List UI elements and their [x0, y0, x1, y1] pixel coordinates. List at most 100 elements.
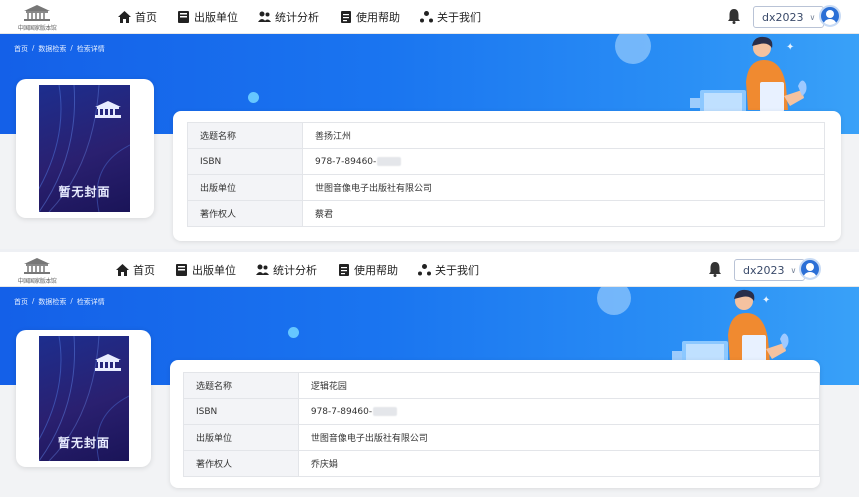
no-cover-text: 暂无封面: [57, 436, 110, 450]
breadcrumb-home[interactable]: 首页: [14, 297, 28, 307]
table-row: 选题名称 逻辑花园: [183, 372, 821, 399]
home-icon: [116, 263, 129, 276]
decor-bubble: [597, 287, 631, 315]
book-icon: [177, 11, 190, 24]
nav-help-label: 使用帮助: [356, 11, 400, 24]
detail-panel-1: 中国国家版本馆 首页 出版单位 统计分析 使用帮助 关于我们 dx2023 ∨ …: [0, 0, 859, 250]
breadcrumb: 首页 / 数据检索 / 检索详情: [14, 297, 105, 307]
top-nav: 中国国家版本馆 首页 出版单位 统计分析 使用帮助 关于我们 dx2023 ∨: [0, 0, 859, 34]
document-icon: [339, 11, 352, 24]
nav-statistics[interactable]: 统计分析: [256, 253, 317, 287]
logo-text: 中国国家版本馆: [17, 25, 57, 32]
breadcrumb-search[interactable]: 数据检索: [38, 297, 66, 307]
table-row: 著作权人 乔庆娟: [183, 450, 821, 477]
top-nav: 中国国家版本馆 首页 出版单位 统计分析 使用帮助 关于我们 dx2023 ∨: [0, 252, 859, 287]
nav-statistics[interactable]: 统计分析: [258, 0, 319, 34]
field-value-publisher: 世图音像电子出版社有限公司: [302, 174, 825, 201]
avatar[interactable]: [819, 5, 841, 27]
main-menu: 首页 出版单位 统计分析 使用帮助 关于我们: [116, 252, 499, 287]
chevron-down-icon: ∨: [809, 12, 816, 22]
nav-about[interactable]: 关于我们: [418, 253, 479, 287]
document-icon: [337, 263, 350, 276]
info-table: 选题名称 善扬江州 ISBN 978-7-89460- 出版单位 世图音像电子出版社有…: [187, 122, 825, 227]
field-label-publisher: 出版单位: [187, 174, 303, 201]
info-card: 选题名称 善扬江州 ISBN 978-7-89460- 出版单位 世图音像电子出版社有…: [173, 111, 841, 241]
table-row: 选题名称 善扬江州: [187, 122, 825, 149]
share-icon: [420, 11, 433, 24]
nav-publishers-label: 出版单位: [192, 263, 236, 277]
field-value-isbn: 978-7-89460-: [310, 406, 373, 417]
redacted-digits: [373, 406, 398, 416]
nav-publishers[interactable]: 出版单位: [175, 253, 236, 287]
nav-statistics-label: 统计分析: [273, 263, 317, 277]
cover-card: 暂无封面: [16, 79, 154, 218]
nav-home[interactable]: 首页: [118, 0, 157, 34]
nav-help-label: 使用帮助: [354, 263, 398, 277]
nav-about-label: 关于我们: [437, 11, 481, 24]
chevron-down-icon: ∨: [790, 265, 797, 275]
field-label-publisher: 出版单位: [183, 424, 299, 451]
breadcrumb: 首页 / 数据检索 / 检索详情: [14, 44, 105, 54]
nav-statistics-label: 统计分析: [275, 11, 319, 24]
breadcrumb-current: 检索详情: [76, 45, 105, 53]
table-row: 著作权人 蔡君: [187, 200, 825, 227]
site-logo[interactable]: 中国国家版本馆: [14, 256, 60, 285]
field-label-title: 选题名称: [183, 372, 299, 399]
book-cover[interactable]: 暂无封面: [39, 85, 130, 212]
username: dx2023: [762, 10, 804, 24]
field-label-isbn: ISBN: [183, 398, 299, 425]
info-table: 选题名称 逻辑花园 ISBN 978-7-89460- 出版单位 世图音像电子出版社有…: [183, 372, 821, 477]
decor-bubble: [615, 34, 651, 64]
field-value-title: 逻辑花园: [297, 372, 821, 399]
table-row: ISBN 978-7-89460-: [183, 398, 821, 425]
user-menu-button[interactable]: dx2023 ∨: [753, 6, 825, 28]
nav-home[interactable]: 首页: [116, 253, 155, 287]
detail-panel-2: 中国国家版本馆 首页 出版单位 统计分析 使用帮助 关于我们 dx2023 ∨ …: [0, 252, 859, 497]
breadcrumb-search[interactable]: 数据检索: [38, 44, 66, 54]
nav-about-label: 关于我们: [435, 263, 479, 277]
field-value-copyright: 蔡君: [302, 200, 825, 227]
field-label-isbn: ISBN: [187, 148, 303, 175]
breadcrumb-current: 检索详情: [76, 298, 105, 306]
field-value-isbn: 978-7-89460-: [315, 156, 377, 167]
info-card: 选题名称 逻辑花园 ISBN 978-7-89460- 出版单位 世图音像电子出版社有…: [170, 360, 821, 488]
nav-publishers-label: 出版单位: [194, 11, 238, 24]
field-value-title: 善扬江州: [302, 122, 825, 149]
breadcrumb-home[interactable]: 首页: [14, 44, 28, 54]
nav-home-label: 首页: [133, 263, 155, 277]
site-logo[interactable]: 中国国家版本馆: [14, 3, 60, 32]
book-icon: [175, 263, 188, 276]
avatar[interactable]: [799, 258, 821, 280]
username: dx2023: [743, 263, 785, 277]
bell-icon[interactable]: [707, 261, 723, 277]
share-icon: [418, 263, 431, 276]
building-logo-icon: [24, 258, 50, 274]
field-label-copyright: 著作权人: [187, 200, 303, 227]
svg-text:✦: ✦: [786, 42, 794, 53]
nav-help[interactable]: 使用帮助: [337, 253, 398, 287]
redacted-digits: [377, 156, 402, 166]
nav-publishers[interactable]: 出版单位: [177, 0, 238, 34]
book-cover[interactable]: 暂无封面: [39, 336, 129, 461]
cover-building-icon: [95, 101, 121, 118]
main-menu: 首页 出版单位 统计分析 使用帮助 关于我们: [118, 0, 501, 34]
field-value-publisher: 世图音像电子出版社有限公司: [297, 424, 821, 451]
logo-text: 中国国家版本馆: [17, 278, 57, 285]
svg-text:✦: ✦: [762, 295, 770, 306]
cover-building-icon: [95, 354, 121, 371]
no-cover-text: 暂无封面: [58, 185, 111, 199]
nav-about[interactable]: 关于我们: [420, 0, 481, 34]
table-row: ISBN 978-7-89460-: [187, 148, 825, 175]
field-label-copyright: 著作权人: [183, 450, 299, 477]
nav-home-label: 首页: [135, 11, 157, 24]
cover-card: 暂无封面: [16, 330, 151, 467]
nav-help[interactable]: 使用帮助: [339, 0, 400, 34]
decor-dot: [248, 92, 259, 103]
table-row: 出版单位 世图音像电子出版社有限公司: [187, 174, 825, 201]
decor-dot: [288, 327, 299, 338]
home-icon: [118, 11, 131, 24]
users-icon: [256, 263, 269, 276]
user-menu-button[interactable]: dx2023 ∨: [734, 259, 806, 281]
building-logo-icon: [24, 5, 50, 21]
bell-icon[interactable]: [726, 8, 742, 24]
